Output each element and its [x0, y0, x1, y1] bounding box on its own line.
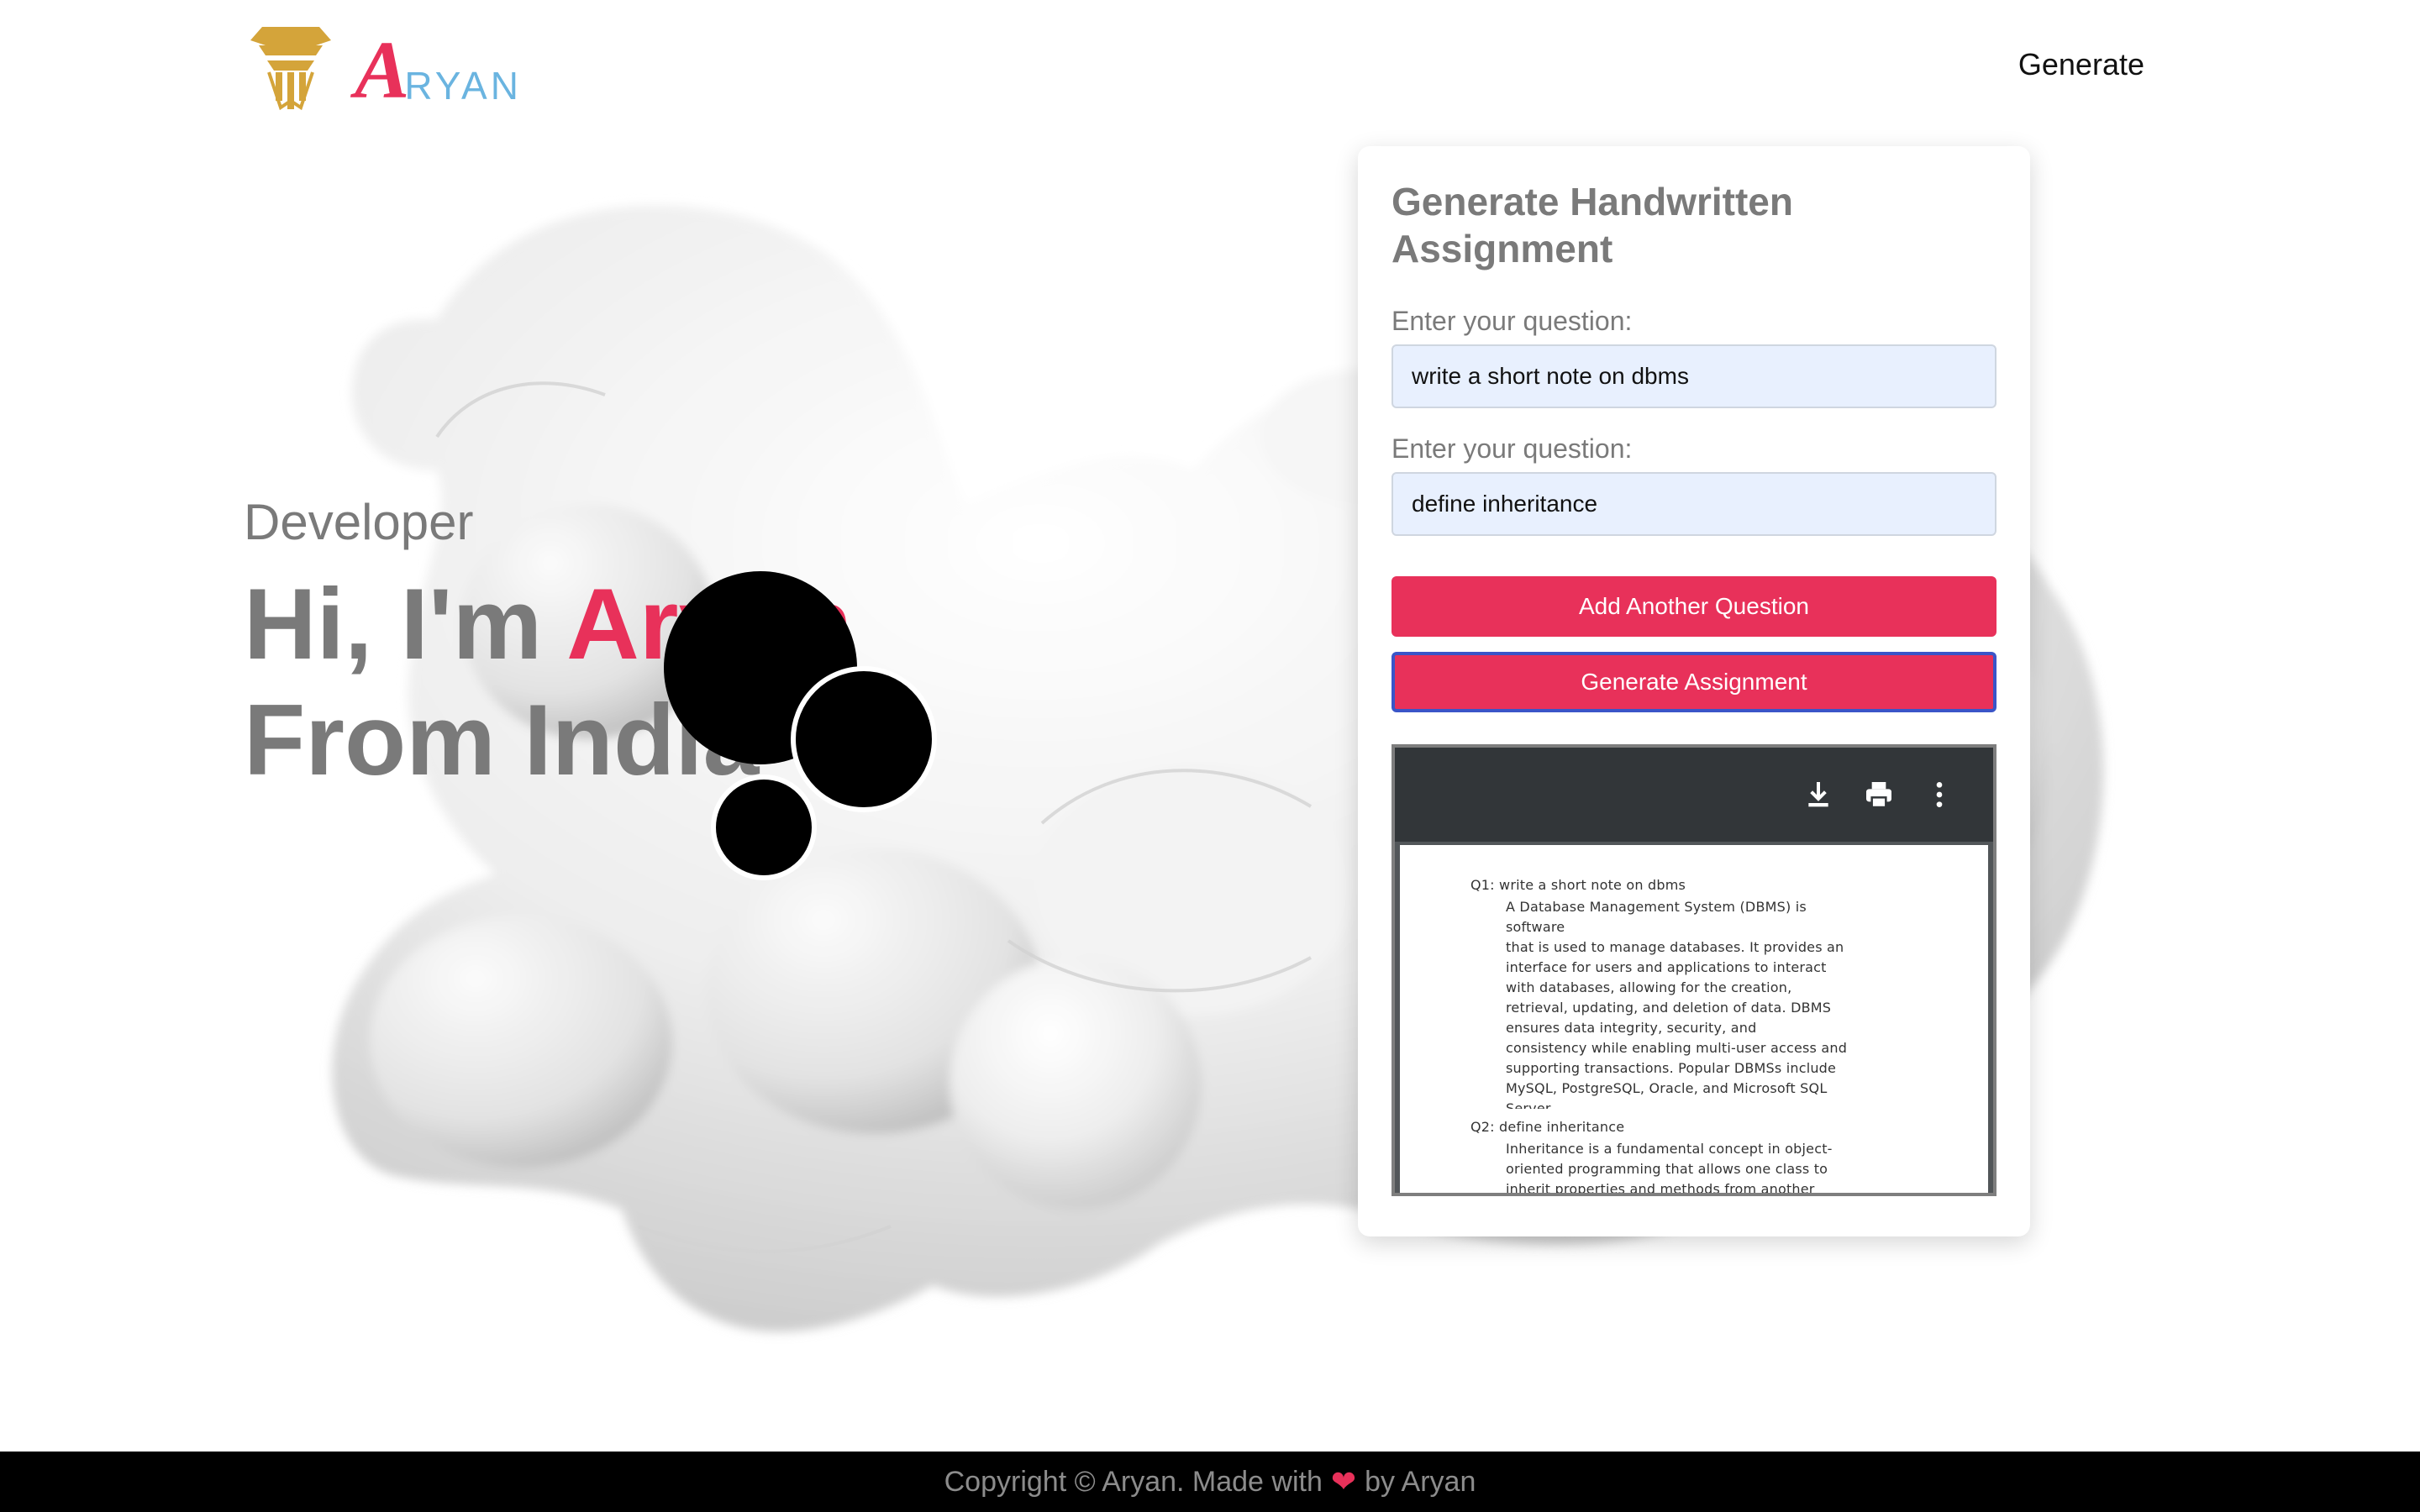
brand-logo[interactable]: A RYAN: [244, 20, 522, 114]
answer-line: that is used to manage databases. It pro…: [1506, 939, 1844, 955]
answer-line: interface for users and applications to …: [1506, 959, 1827, 975]
answer-line: consistency while enabling multi-user ac…: [1506, 1040, 1848, 1056]
answer-line: with databases, allowing for the creatio…: [1506, 979, 1792, 995]
answer-line: retrieval, updating, and deletion of dat…: [1506, 1000, 1832, 1016]
answer-line: A Database Management System (DBMS) is s…: [1506, 899, 1807, 935]
hero-section: Developer Hi, I'm Aryan From India: [244, 497, 852, 798]
brand-name: RYAN: [404, 64, 522, 108]
brand-wordmark: A RYAN: [355, 29, 522, 112]
hero-subtitle: Developer: [244, 494, 474, 550]
heart-icon: ❤: [1330, 1464, 1357, 1499]
hero-location: From India: [244, 684, 760, 796]
download-icon[interactable]: [1802, 778, 1835, 811]
print-icon[interactable]: [1862, 778, 1896, 811]
nav-generate-link[interactable]: Generate: [2018, 47, 2144, 82]
hero-greeting-prefix: Hi, I'm: [244, 568, 567, 680]
answer-body: A Database Management System (DBMS) is s…: [1506, 897, 1859, 1109]
pdf-toolbar: [1395, 748, 1993, 842]
brand-initial: A: [355, 25, 410, 116]
card-title: Generate Handwritten Assignment: [1392, 180, 1793, 270]
question-label: Enter your question:: [1392, 306, 1633, 336]
answer-line: supporting transactions. Popular DBMSs i…: [1506, 1060, 1837, 1076]
hero-greeting: Hi, I'm Aryan: [244, 566, 852, 682]
site-footer: Copyright © Aryan. Made with ❤ by Aryan: [0, 1452, 2420, 1512]
answer-line: ensures data integrity, security, and: [1506, 1020, 1757, 1036]
answer-body: Inheritance is a fundamental concept in …: [1506, 1139, 1859, 1196]
answer-line: oriented programming that allows one cla…: [1506, 1161, 1828, 1177]
question-label: Enter your question:: [1392, 433, 1633, 464]
answer-line: Inheritance is a fundamental concept in …: [1506, 1141, 1833, 1157]
more-vert-icon[interactable]: [1923, 778, 1956, 811]
pillar-shield-icon: [250, 27, 331, 111]
pdf-viewer[interactable]: Q1: write a short note on dbms A Databas…: [1392, 744, 1996, 1196]
answer-question-heading: Q1: write a short note on dbms: [1470, 877, 1686, 893]
answer-line: MySQL, PostgreSQL, Oracle, and Microsoft…: [1506, 1080, 1828, 1096]
answer-line: inherit properties and methods from anot…: [1506, 1181, 1815, 1196]
question-input-2[interactable]: [1392, 472, 1996, 536]
hero-name: Aryan: [566, 568, 853, 680]
assignment-generator-card: Generate Handwritten Assignment Enter yo…: [1358, 146, 2030, 1236]
pdf-page: Q1: write a short note on dbms A Databas…: [1400, 845, 1988, 1196]
answer-line: Server.: [1506, 1100, 1555, 1109]
question-input-1[interactable]: [1392, 344, 1996, 408]
answer-question-heading: Q2: define inheritance: [1470, 1119, 1625, 1135]
site-header: A RYAN Generate: [0, 0, 2420, 143]
footer-copyright: Copyright © Aryan. Made with: [944, 1465, 1323, 1498]
footer-author: by Aryan: [1365, 1465, 1476, 1498]
add-question-button[interactable]: Add Another Question: [1392, 576, 1996, 637]
generate-assignment-button[interactable]: Generate Assignment: [1392, 652, 1996, 712]
